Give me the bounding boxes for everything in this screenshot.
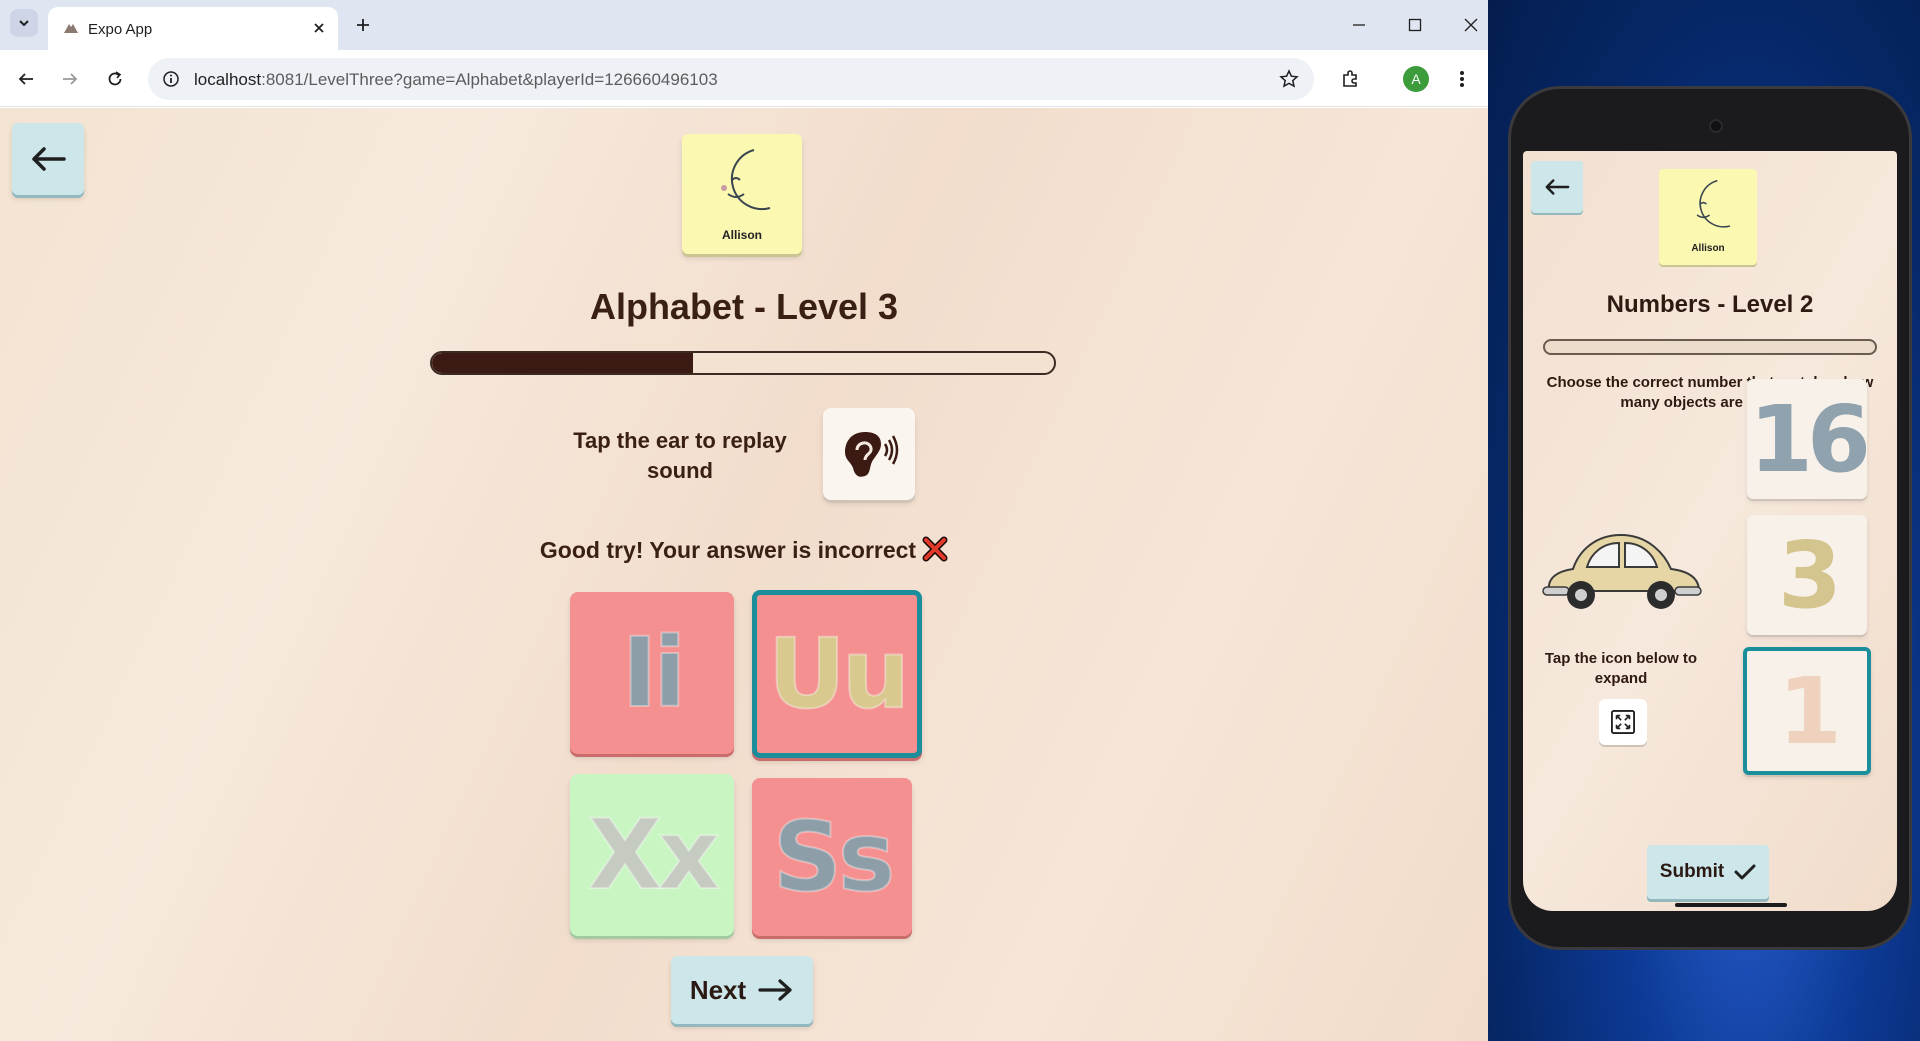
answer-tile-uu[interactable]: Uu: [752, 590, 922, 758]
profile-avatar[interactable]: A: [1403, 66, 1429, 92]
answer-tile-xx[interactable]: Xx: [570, 774, 734, 936]
answer-tile-ss[interactable]: Ss: [752, 778, 912, 936]
checkmark-icon: [1734, 864, 1756, 880]
tile-letter: Ii: [621, 616, 688, 730]
progress-fill: [432, 353, 694, 373]
answer-feedback: Good try! Your answer is incorrect: [0, 536, 1488, 564]
profile-name: Allison: [721, 228, 762, 242]
browser-toolbar: localhost:8081/LevelThree?game=Alphabet&…: [0, 50, 1488, 107]
replay-hint: Tap the ear to replay sound: [573, 428, 787, 483]
more-menu-icon[interactable]: [1448, 65, 1476, 93]
chevron-down-icon: [19, 20, 29, 27]
car-icon: [1542, 533, 1702, 609]
expo-favicon-icon: [64, 24, 78, 33]
phone-emulator: Allison Numbers - Level 2 Choose the cor…: [1508, 86, 1912, 950]
level-progress-bar: [430, 351, 1056, 375]
player-profile-card: Allison: [682, 134, 802, 254]
tile-letter: Ss: [772, 800, 896, 914]
number-option-1[interactable]: 1: [1743, 647, 1871, 775]
submit-button[interactable]: Submit: [1647, 845, 1769, 899]
tab-search-button[interactable]: [10, 9, 38, 37]
new-tab-plus-icon[interactable]: [350, 12, 376, 38]
tab-close-icon[interactable]: [310, 19, 328, 37]
extensions-puzzle-icon[interactable]: [1336, 65, 1364, 93]
expand-icon: [1611, 710, 1635, 734]
app-viewport: Allison Alphabet - Level 3 Tap the ear t…: [0, 108, 1488, 1041]
moon-avatar-icon: [1696, 179, 1731, 228]
phone-profile-name: Allison: [1691, 243, 1725, 254]
number-text: 3: [1777, 521, 1842, 629]
tab-title: Expo App: [88, 21, 153, 38]
reload-icon[interactable]: [101, 65, 129, 93]
next-label: Next: [689, 974, 747, 1005]
maximize-icon[interactable]: [1402, 12, 1428, 38]
submit-label: Submit: [1659, 861, 1725, 882]
browser-tab[interactable]: Expo App: [48, 7, 338, 50]
phone-profile-card: Allison: [1659, 169, 1757, 265]
phone-level-title: Numbers - Level 2: [1606, 291, 1814, 318]
right-arrow-icon: [758, 979, 792, 1001]
front-camera: [1709, 119, 1723, 133]
back-arrow-icon[interactable]: [12, 65, 40, 93]
ear-icon: [845, 432, 899, 477]
address-bar[interactable]: localhost:8081/LevelThree?game=Alphabet&…: [148, 58, 1314, 100]
bookmark-star-icon[interactable]: [1278, 68, 1300, 90]
phone-progress-bar: [1543, 339, 1877, 355]
number-option-3[interactable]: 3: [1747, 515, 1867, 635]
phone-back-button[interactable]: [1531, 161, 1583, 213]
phone-screen: Allison Numbers - Level 2 Choose the cor…: [1523, 151, 1897, 911]
minimize-icon[interactable]: [1346, 12, 1372, 38]
tile-letter: Uu: [767, 617, 911, 731]
window-close-icon[interactable]: [1458, 12, 1484, 38]
expand-button[interactable]: [1599, 699, 1647, 745]
tile-letter: Xx: [587, 798, 721, 912]
moon-avatar-icon: [721, 149, 771, 211]
answer-tile-ii[interactable]: Ii: [570, 592, 734, 754]
level-title: Alphabet - Level 3: [589, 286, 899, 327]
number-text: 1: [1777, 657, 1842, 765]
url-text: localhost:8081/LevelThree?game=Alphabet&…: [194, 70, 718, 89]
forward-arrow-icon[interactable]: [56, 65, 84, 93]
left-arrow-icon: [1545, 179, 1570, 195]
tab-strip: Expo App: [0, 0, 1488, 50]
feedback-text: Good try! Your answer is incorrect: [539, 537, 917, 563]
browser-window: Expo App localhost:8081/LevelThree?game=…: [0, 0, 1488, 1041]
left-arrow-icon: [32, 147, 66, 171]
home-indicator: [1675, 903, 1787, 907]
next-button[interactable]: Next: [671, 956, 813, 1024]
incorrect-x-icon: [922, 536, 948, 562]
number-text: 16: [1748, 385, 1871, 493]
number-option-16[interactable]: 16: [1747, 379, 1871, 499]
phone-expand-hint: Tap the icon below to expand: [1544, 650, 1698, 687]
replay-sound-button[interactable]: [823, 408, 915, 500]
app-back-button[interactable]: [12, 123, 84, 195]
site-info-icon[interactable]: [160, 68, 182, 90]
